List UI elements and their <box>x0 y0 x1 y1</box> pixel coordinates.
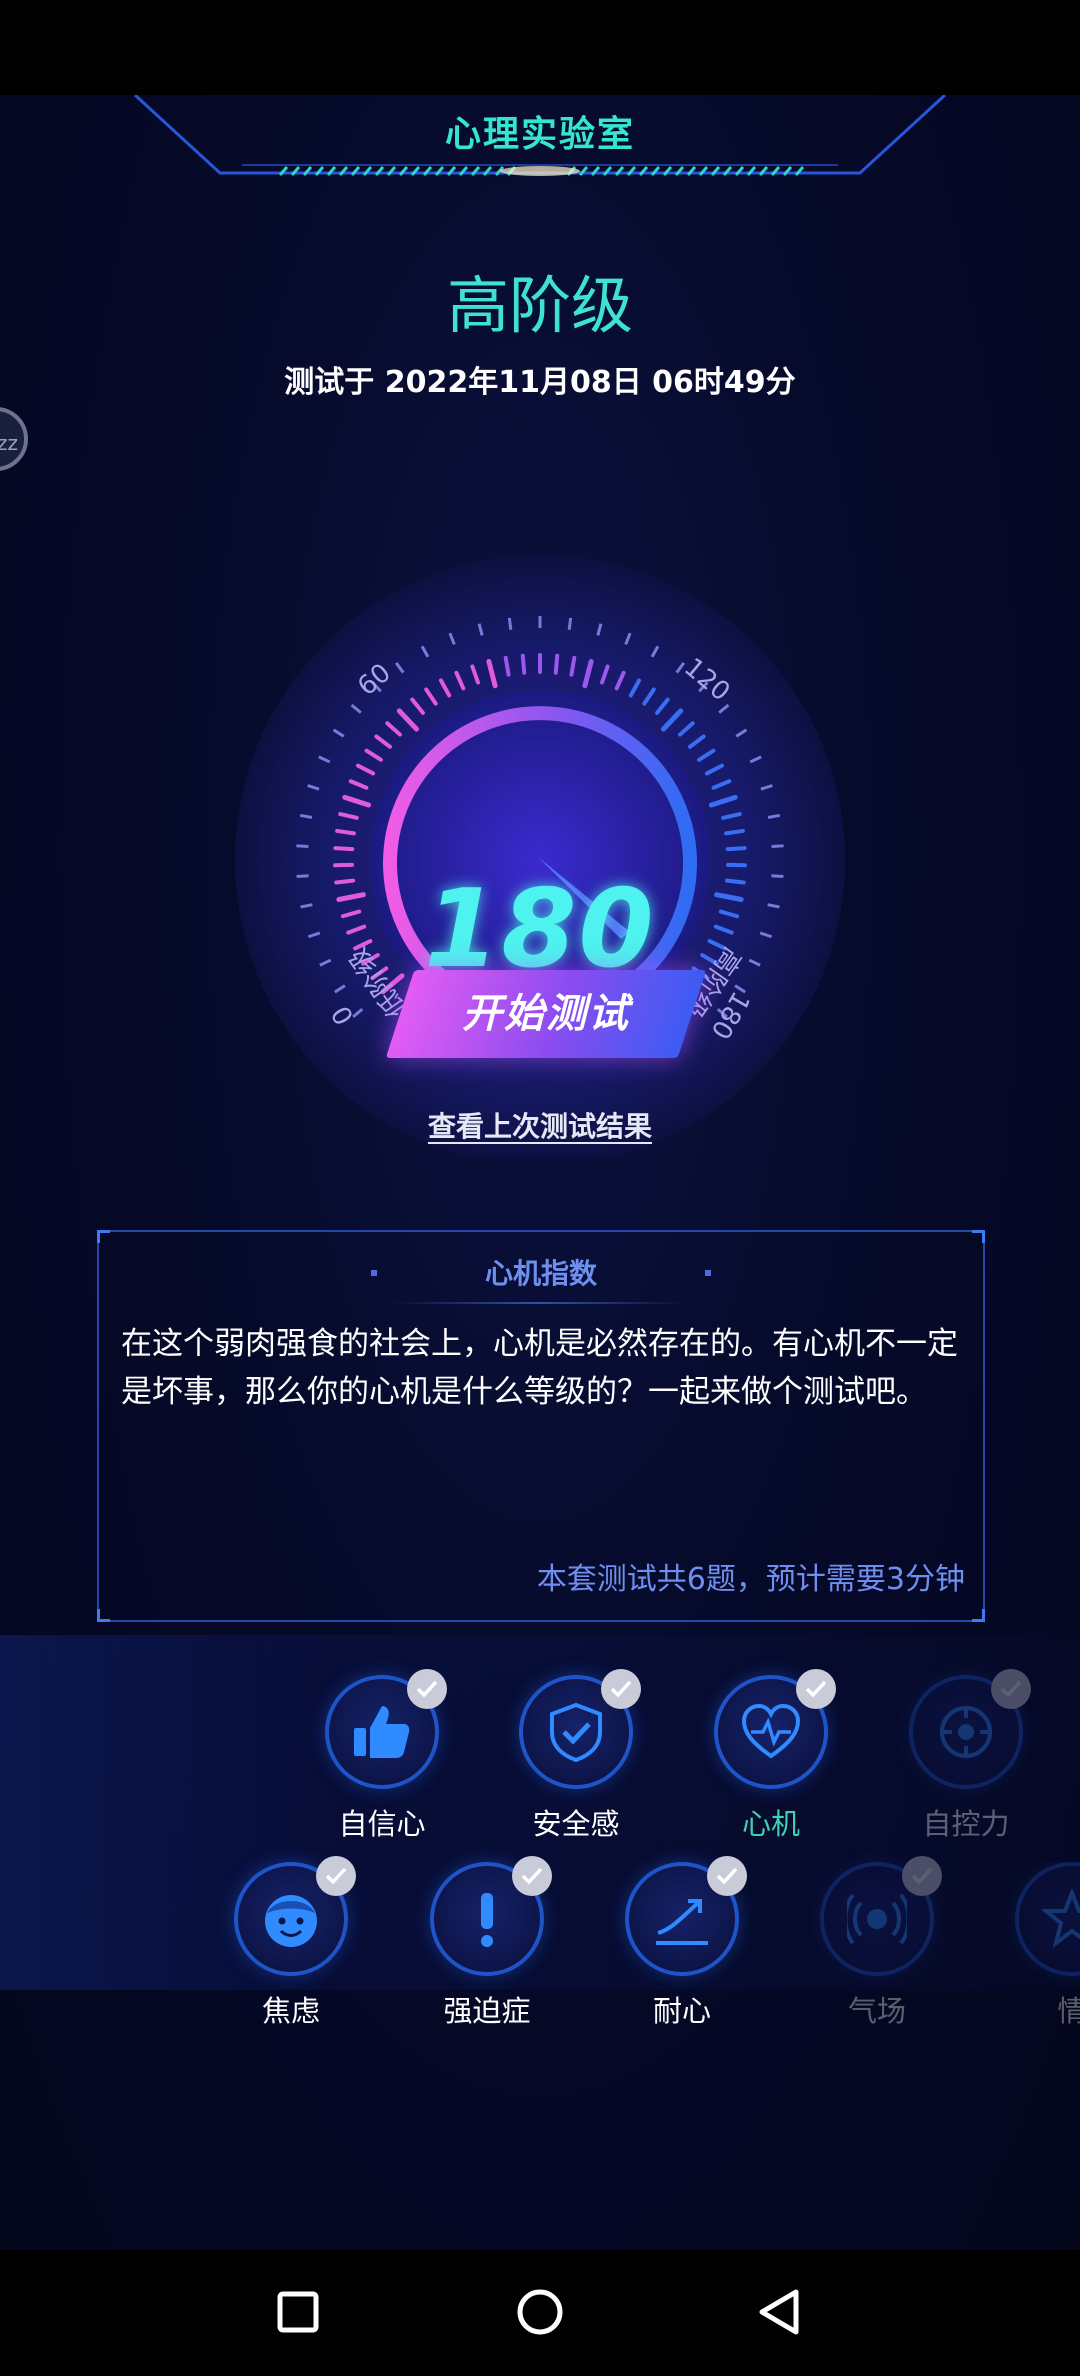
category-circle <box>234 1856 356 1976</box>
gauge-outer-tick <box>567 617 573 631</box>
category-label: 强迫症 <box>443 1994 531 2028</box>
check-icon <box>407 1669 447 1709</box>
floating-bubble[interactable]: zz <box>0 407 28 471</box>
category-label: 自信心 <box>338 1807 426 1841</box>
category-item-security[interactable]: 安全感 <box>501 1669 651 1843</box>
start-test-label[interactable]: 开始测试 <box>400 970 692 1058</box>
gauge-tick <box>503 655 511 677</box>
back-icon[interactable] <box>756 2288 802 2336</box>
info-divider <box>389 1302 689 1304</box>
category-label: 气场 <box>847 1994 906 2028</box>
app-screen: 心理实验室 高阶级 测试于 2022年11月08日 06时49分 zz 180 … <box>0 95 1080 2250</box>
test-time: 测试于 2022年11月08日 06时49分 <box>284 365 796 400</box>
info-card: 心机指数 在这个弱肉强食的社会上，心机是必然存在的。有心机不一定是坏事，那么你的… <box>97 1230 985 1622</box>
gauge-outer-tick <box>771 844 784 849</box>
check-icon <box>991 1669 1031 1709</box>
category-item-confidence[interactable]: 自信心 <box>307 1669 457 1843</box>
category-circle <box>714 1669 836 1789</box>
category-circle <box>1015 1862 1080 1976</box>
view-last-result-link[interactable]: 查看上次测试结果 <box>0 1105 1080 1145</box>
info-meta: 本套测试共6题，预计需要3分钟 <box>536 1562 965 1597</box>
header-frame: 心理实验室 <box>0 95 1080 185</box>
check-icon <box>512 1856 552 1896</box>
check-icon <box>707 1856 747 1896</box>
category-label: 心机 <box>741 1807 800 1841</box>
trend-arrow-icon <box>656 1899 708 1945</box>
page-title: 心理实验室 <box>444 114 635 155</box>
face-icon <box>265 1895 317 1947</box>
category-item-scheming[interactable]: 心机 <box>696 1669 846 1843</box>
category-circle <box>625 1856 747 1976</box>
star-icon <box>1042 1889 1080 1948</box>
result-level: 高阶级 <box>446 269 633 342</box>
recent-apps-icon[interactable] <box>276 2290 320 2334</box>
category-strip: 自信心 安全感 心机 自控力 焦虑 强迫症 耐心 气场 情 <box>0 1635 1080 2028</box>
gauge-tick <box>333 846 355 852</box>
gauge-tick <box>725 846 747 852</box>
check-icon <box>316 1856 356 1896</box>
heart-pulse-icon <box>741 1703 801 1759</box>
home-icon[interactable] <box>516 2288 564 2336</box>
gauge-outer-tick <box>296 844 309 849</box>
gauge-tick <box>553 653 560 675</box>
category-circle <box>519 1669 641 1789</box>
category-item-self-control[interactable]: 自控力 <box>891 1669 1041 1843</box>
info-description: 在这个弱肉强食的社会上，心机是必然存在的。有心机不一定是坏事，那么你的心机是什么… <box>121 1326 958 1410</box>
category-label: 情 <box>1057 1994 1080 2028</box>
target-icon <box>940 1706 992 1758</box>
shield-check-icon <box>550 1702 602 1762</box>
info-title: 心机指数 <box>484 1257 597 1290</box>
category-label: 自控力 <box>922 1807 1010 1841</box>
category-circle <box>909 1669 1031 1789</box>
check-icon <box>902 1856 942 1896</box>
category-label: 安全感 <box>532 1807 620 1841</box>
broadcast-icon <box>847 1893 907 1945</box>
exclamation-icon <box>481 1893 493 1947</box>
status-bar <box>0 0 1080 95</box>
category-item-anxiety[interactable]: 焦虑 <box>216 1856 366 2030</box>
gauge-tick <box>335 828 356 836</box>
check-icon <box>601 1669 641 1709</box>
category-label: 焦虑 <box>261 1994 320 2028</box>
system-nav-bar <box>0 2250 1080 2376</box>
gauge-tick <box>724 828 745 836</box>
category-circle <box>325 1669 447 1789</box>
gauge-tick <box>520 653 527 675</box>
category-item-patience[interactable]: 耐心 <box>607 1856 757 2030</box>
category-item-emotion[interactable]: 情 <box>997 1862 1080 2030</box>
category-circle <box>430 1856 552 1976</box>
gauge-tick <box>569 655 577 677</box>
category-item-aura[interactable]: 气场 <box>802 1856 952 2030</box>
thumbs-up-icon <box>354 1706 410 1758</box>
category-item-ocd[interactable]: 强迫症 <box>412 1856 562 2030</box>
category-circle <box>820 1856 942 1976</box>
category-label: 耐心 <box>652 1994 711 2028</box>
check-icon <box>796 1669 836 1709</box>
gauge-outer-tick <box>507 617 513 631</box>
